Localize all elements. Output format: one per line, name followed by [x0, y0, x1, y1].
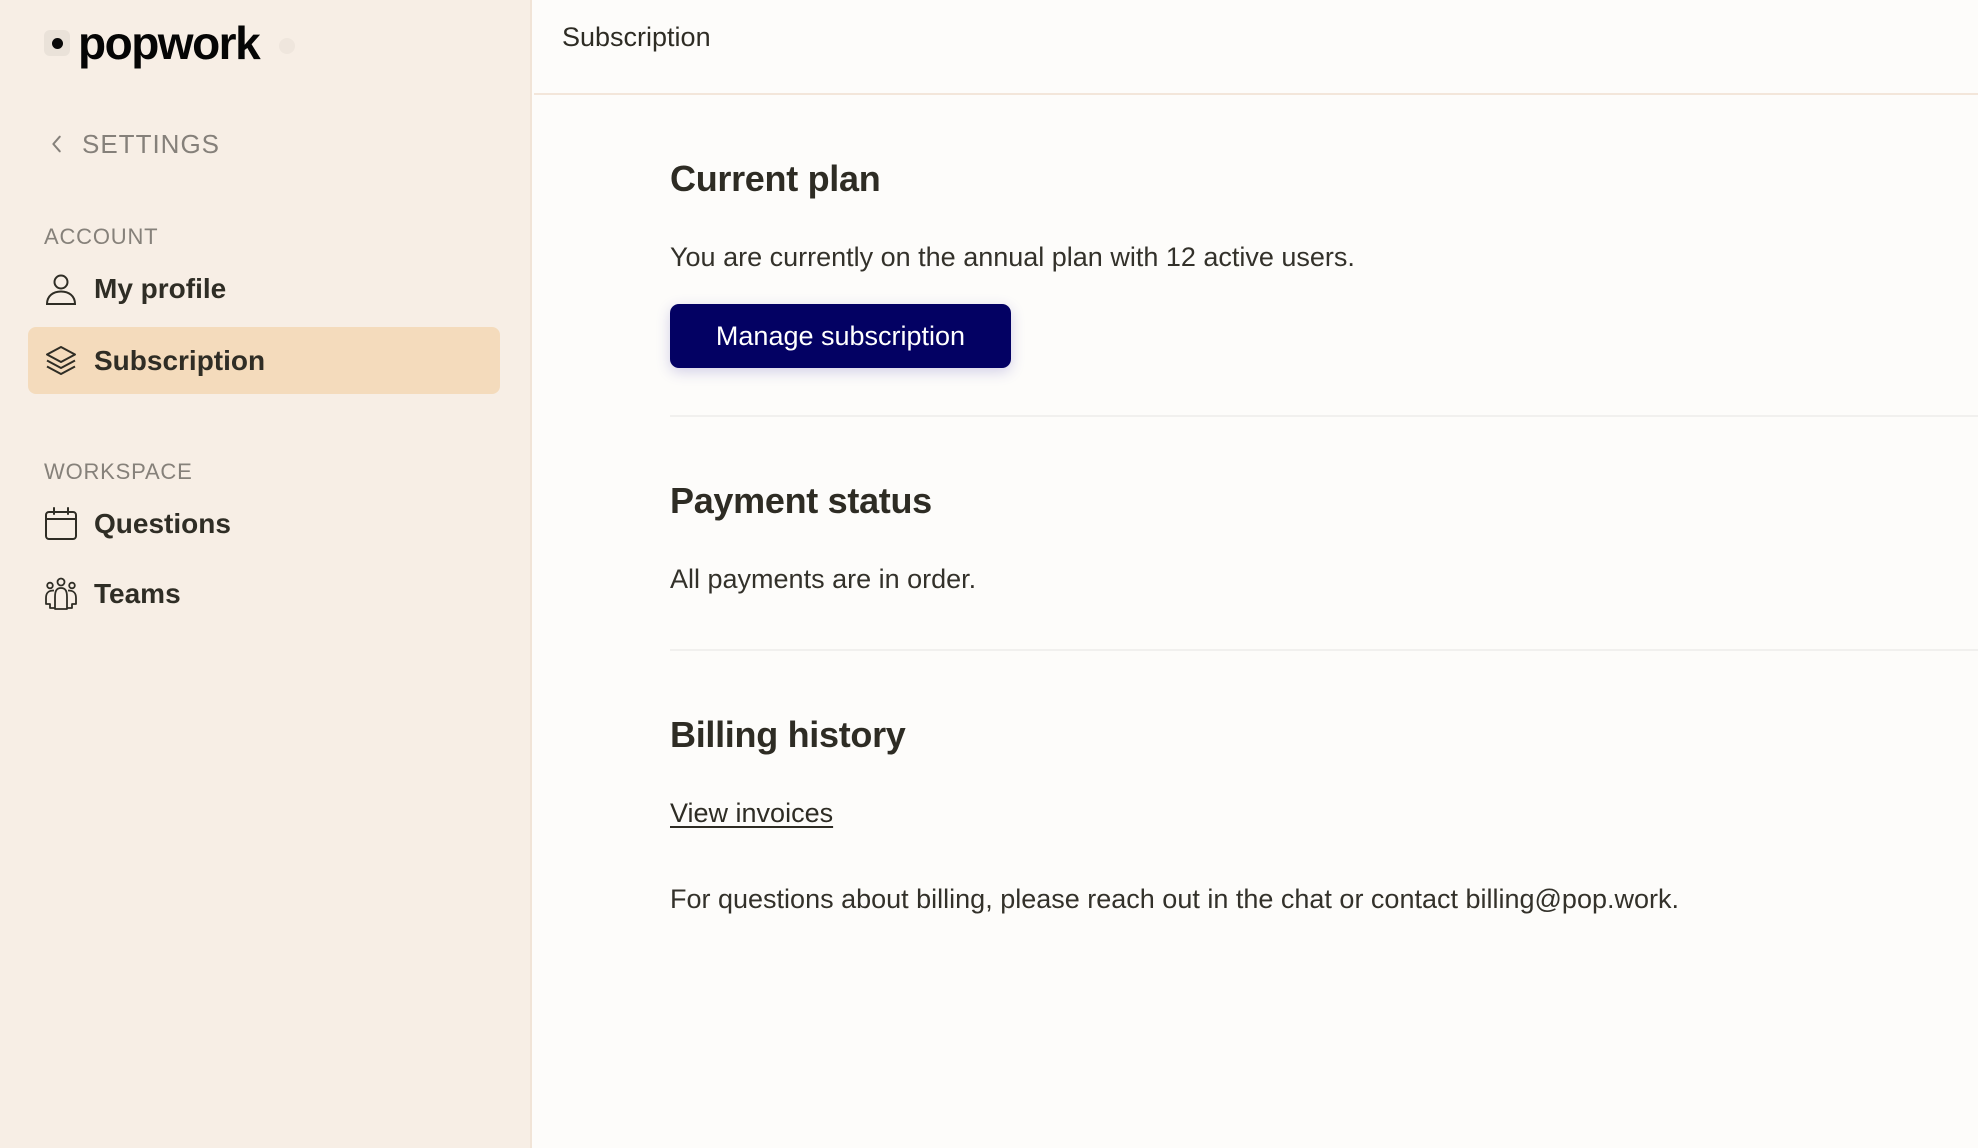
- section-label-account: ACCOUNT: [44, 224, 159, 249]
- sidebar: popwork SETTINGS ACCOUNT My profile Subs…: [0, 0, 532, 1148]
- manage-subscription-button[interactable]: Manage subscription: [670, 304, 1011, 368]
- user-icon: [45, 274, 77, 305]
- sidebar-item-label: Subscription: [94, 344, 266, 376]
- section-divider: [670, 415, 1978, 417]
- payment-status-heading: Payment status: [670, 480, 932, 521]
- billing-contact-note: For questions about billing, please reac…: [670, 884, 1679, 914]
- section-divider: [670, 649, 1978, 651]
- billing-history-heading: Billing history: [670, 714, 906, 755]
- page-header: Subscription: [534, 0, 1978, 95]
- logo-badge-icon: [44, 30, 70, 56]
- page-title: Subscription: [562, 22, 711, 52]
- back-label: SETTINGS: [82, 128, 221, 159]
- chevron-left-icon: [52, 135, 61, 153]
- sidebar-item-subscription[interactable]: Subscription: [28, 327, 500, 394]
- logo[interactable]: popwork: [44, 17, 296, 69]
- payment-status-description: All payments are in order.: [670, 564, 977, 594]
- team-icon: [45, 577, 77, 610]
- current-plan-description: You are currently on the annual plan wit…: [670, 242, 1355, 272]
- section-label-workspace: WORKSPACE: [44, 459, 193, 484]
- current-plan-heading: Current plan: [670, 158, 881, 199]
- sidebar-item-questions[interactable]: Questions: [28, 490, 500, 557]
- view-invoices-link[interactable]: View invoices: [670, 798, 833, 829]
- status-dot-icon: [279, 38, 296, 54]
- sidebar-item-label: Questions: [94, 507, 231, 539]
- sidebar-item-my-profile[interactable]: My profile: [28, 255, 500, 322]
- back-to-settings-link[interactable]: SETTINGS: [46, 126, 220, 162]
- sidebar-item-teams[interactable]: Teams: [28, 560, 500, 627]
- sidebar-item-label: Teams: [94, 577, 181, 609]
- logo-wordmark: popwork: [78, 17, 261, 69]
- layers-icon: [46, 345, 76, 375]
- calendar-icon: [45, 506, 77, 540]
- sidebar-item-label: My profile: [94, 272, 227, 304]
